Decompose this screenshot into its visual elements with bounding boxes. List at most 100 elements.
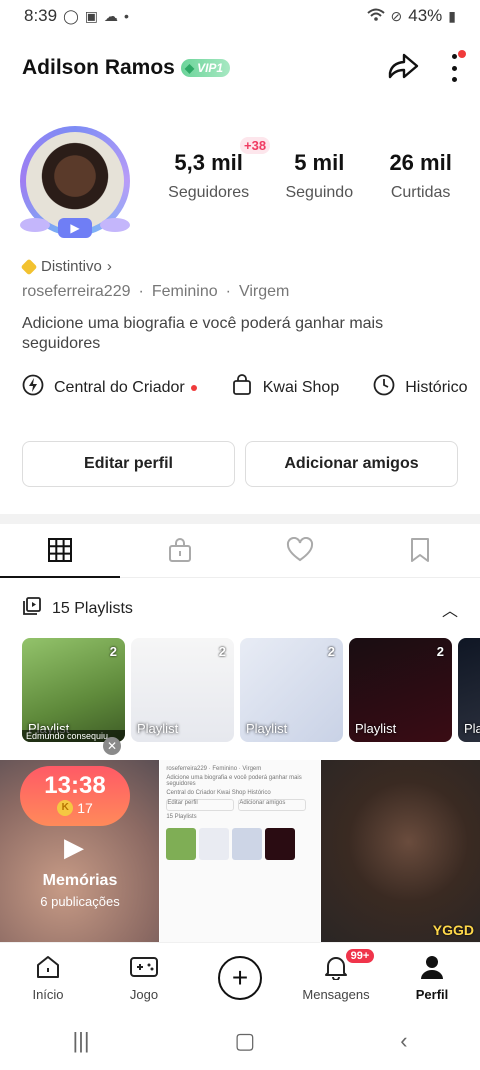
close-icon[interactable]: ✕ xyxy=(103,737,121,755)
profile-meta: roseferreira229 · Feminino · Virgem xyxy=(22,283,289,301)
bottom-navigation: Início Jogo + 99+ Mensagens Perfil xyxy=(0,942,480,1012)
mini-bio: Adicione uma biografia e você poderá gan… xyxy=(166,775,302,787)
mini-thumb xyxy=(232,828,263,860)
distintivo-badge-icon xyxy=(20,258,38,275)
battery-percent: 43% xyxy=(408,6,443,25)
profile-stats: 5,3 mil Seguidores 5 mil Seguindo 26 mil… xyxy=(150,150,470,202)
playlist-card[interactable]: 2 Playlist xyxy=(240,638,343,742)
status-time: 8:39 xyxy=(24,6,58,25)
playlist-card[interactable]: 2 Playlist xyxy=(131,638,234,742)
distintivo-label: Distintivo xyxy=(41,258,102,275)
nav-messages[interactable]: 99+ Mensagens xyxy=(288,943,384,1012)
coin-count: 17 xyxy=(77,800,93,816)
nav-create[interactable]: + xyxy=(192,943,288,1012)
quick-links: Central do Criador Kwai Shop Histórico xyxy=(22,374,480,401)
avatar-live-icon: ▶ xyxy=(58,218,92,238)
system-navigation: ||| ▢ ‹ xyxy=(0,1012,480,1070)
status-bar: 8:39 ◯ ▣ ☁ • ⊘ 43% ▮ xyxy=(0,0,480,32)
cloud-icon: ☁ xyxy=(104,7,118,24)
playlist-video-count: 2 xyxy=(436,644,444,659)
vip-label: VIP1 xyxy=(197,61,224,75)
stat-likes[interactable]: 26 mil Curtidas xyxy=(389,150,451,202)
screenshot-thumbnail-content: roseferreira229 · Feminino · Virgem Adic… xyxy=(160,760,319,942)
stat-followers[interactable]: 5,3 mil Seguidores xyxy=(168,150,249,202)
playlist-card[interactable]: 2 Playlist xyxy=(349,638,452,742)
profile-name: Adilson Ramos xyxy=(22,56,175,79)
playlist-video-count: 2 xyxy=(327,644,335,659)
avatar-frame-wing-left xyxy=(20,218,50,232)
home-button-icon[interactable]: ▢ xyxy=(235,1028,256,1054)
person-icon xyxy=(419,954,445,983)
plus-icon: + xyxy=(218,955,262,1000)
playlists-header[interactable]: 15 Playlists ︿ xyxy=(22,596,458,621)
username: roseferreira229 xyxy=(22,283,131,300)
video-thumbnail[interactable]: roseferreira229 · Feminino · Virgem Adic… xyxy=(160,760,320,942)
nav-home[interactable]: Início xyxy=(0,943,96,1012)
distintivo-link[interactable]: Distintivo › xyxy=(20,258,112,275)
gender: Feminino xyxy=(151,283,218,300)
playlist-icon xyxy=(22,596,42,621)
mini-add-button: Adicionar amigos xyxy=(238,799,307,811)
memories-timer: 13:38 K 17 xyxy=(20,766,130,826)
history-link[interactable]: Histórico xyxy=(373,374,467,401)
creator-center-link[interactable]: Central do Criador xyxy=(22,374,197,401)
tab-liked[interactable] xyxy=(240,528,360,577)
avatar-frame-wing-right xyxy=(100,218,130,232)
playlist-card[interactable]: Pla xyxy=(458,638,480,742)
share-icon[interactable] xyxy=(386,51,420,86)
creator-center-label: Central do Criador xyxy=(54,378,185,396)
grid-icon xyxy=(47,537,73,568)
stat-following[interactable]: 5 mil Seguindo xyxy=(285,150,353,202)
stat-label: Curtidas xyxy=(390,184,451,201)
playlist-label: Playlist xyxy=(355,721,397,736)
chevron-up-icon[interactable]: ︿ xyxy=(442,597,458,621)
kwai-shop-label: Kwai Shop xyxy=(262,378,340,396)
more-options-notification-dot xyxy=(458,50,466,58)
wifi-icon xyxy=(366,8,385,25)
meta-separator: · xyxy=(138,283,144,300)
bookmark-icon xyxy=(409,537,431,568)
stat-label: Seguindo xyxy=(285,184,354,201)
mini-thumb xyxy=(265,828,296,860)
bio-prompt[interactable]: Adicione uma biografia e você poderá gan… xyxy=(22,314,442,354)
back-icon[interactable]: ‹ xyxy=(400,1028,407,1054)
mini-meta: roseferreira229 · Feminino · Virgem xyxy=(166,766,262,772)
mini-thumb xyxy=(199,828,230,860)
do-not-disturb-icon: ⊘ xyxy=(390,7,403,24)
recent-apps-icon[interactable]: ||| xyxy=(72,1028,89,1054)
tab-posts[interactable] xyxy=(0,528,120,578)
notification-dot-icon: • xyxy=(124,8,129,24)
tab-private[interactable] xyxy=(120,528,240,577)
add-friends-button[interactable]: Adicionar amigos xyxy=(245,441,458,487)
meta-separator: · xyxy=(225,283,231,300)
mini-playlists: 15 Playlists xyxy=(166,814,197,820)
playlists-count: 15 Playlists xyxy=(52,599,133,617)
stat-value: 26 mil xyxy=(389,150,452,175)
nav-profile[interactable]: Perfil xyxy=(384,943,480,1012)
edit-profile-button[interactable]: Editar perfil xyxy=(22,441,235,487)
section-divider xyxy=(0,514,480,524)
nav-game[interactable]: Jogo xyxy=(96,943,192,1012)
playlist-label: Playlist xyxy=(137,721,179,736)
playlist-video-count: 2 xyxy=(218,644,226,659)
playlist-label: Playlist xyxy=(246,721,288,736)
coin-icon: K xyxy=(57,800,74,816)
kwai-shop-link[interactable]: Kwai Shop xyxy=(231,374,340,401)
nav-label: Mensagens xyxy=(302,986,370,1002)
home-icon xyxy=(35,954,61,983)
vip-badge[interactable]: ◆ VIP1 xyxy=(180,59,231,77)
bell-icon xyxy=(323,954,349,983)
lock-bag-icon xyxy=(167,537,193,568)
avatar[interactable]: ▶ xyxy=(14,120,136,242)
memories-card[interactable]: 13:38 K 17 ▶ Memórias 6 publicações xyxy=(0,760,160,942)
playlist-card[interactable]: 2 Playlist Edmundo consequiu xyxy=(22,638,125,742)
creator-center-notification-dot xyxy=(190,384,197,391)
tab-saved[interactable] xyxy=(360,528,480,577)
nav-label: Perfil xyxy=(415,986,449,1002)
battery-icon: ▮ xyxy=(448,7,456,24)
lightning-icon xyxy=(22,374,44,401)
video-thumbnail[interactable]: YGGD xyxy=(320,760,480,942)
chevron-right-icon: › xyxy=(106,258,112,275)
video-watermark: YGGD xyxy=(432,922,474,938)
more-options-icon[interactable] xyxy=(450,50,466,82)
